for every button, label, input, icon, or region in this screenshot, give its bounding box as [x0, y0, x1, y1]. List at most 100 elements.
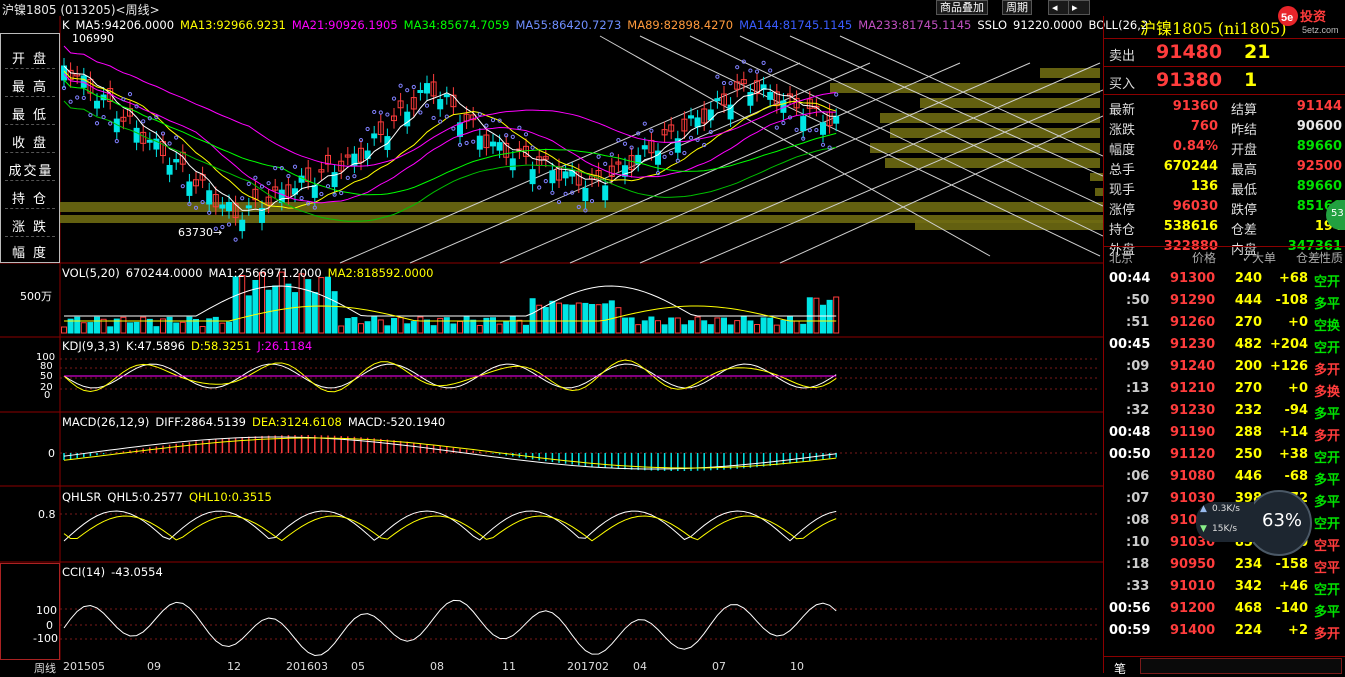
- candle-body: [311, 185, 318, 198]
- volume-bar: [549, 300, 556, 334]
- sell-label: 卖出: [1109, 49, 1136, 64]
- x-tick-label: 12: [227, 660, 241, 673]
- period-label[interactable]: 周线: [34, 660, 56, 676]
- macd-zero-tick: 0: [48, 447, 55, 460]
- trade-row[interactable]: 00:50 91120 250 +38 空开: [1104, 444, 1345, 466]
- trade-nature: 空平: [1314, 539, 1341, 554]
- volume-profile-bar: [915, 220, 1103, 230]
- volume-legend-item: MA2:818592.0000: [327, 266, 434, 280]
- volume-bar: [424, 319, 430, 334]
- volume-bar: [523, 324, 529, 334]
- sar-dot: [490, 118, 496, 123]
- period-button[interactable]: 周期: [1002, 0, 1032, 15]
- volume-bar: [371, 316, 378, 334]
- volume-bar: [820, 304, 826, 334]
- chart-area[interactable]: K MA5:94206.0000 MA13:92966.9231 MA21:90926…: [0, 16, 1148, 660]
- trade-row[interactable]: :09 91240 200 +126 多开: [1104, 356, 1345, 378]
- sar-dot: [391, 96, 397, 101]
- trade-row[interactable]: :51 91260 270 +0 空换: [1104, 312, 1345, 334]
- sar-dot: [669, 151, 674, 156]
- macd-legend: MACD(26,12,9) DIFF:2864.5139 DEA:3124.6108…: [62, 415, 451, 429]
- volume-bar: [674, 317, 681, 334]
- sar-dot: [649, 128, 654, 133]
- x-tick-label: 10: [790, 660, 804, 673]
- candle-body: [641, 145, 648, 150]
- title-bar: 沪镍1805 (013205)<周线> 商品叠加 周期 ◂ ▸: [0, 0, 1345, 17]
- trades-column-header: 价格: [1192, 251, 1217, 265]
- trades-list[interactable]: 00:44 91300 240 +68 空开:50 91290 444 -108 多平:51 91…: [1104, 268, 1345, 648]
- trade-time: 00:50: [1109, 447, 1151, 462]
- trade-volume: 200: [1234, 359, 1262, 374]
- volume-bar: [490, 317, 496, 334]
- trade-row[interactable]: 00:56 91200 468 -140 多平: [1104, 598, 1345, 620]
- volume-bar: [760, 317, 767, 334]
- brand-logo: 5e 投资 5etz.com: [1276, 2, 1342, 36]
- volume-bar: [331, 291, 338, 334]
- svg-text:投资: 投资: [1300, 9, 1326, 25]
- trade-row[interactable]: :33 91010 342 +46 空开: [1104, 576, 1345, 598]
- volume-bar: [259, 272, 265, 334]
- volume-bar: [608, 300, 615, 334]
- sar-dot: [543, 179, 548, 184]
- sar-dot: [820, 142, 826, 147]
- macd-legend-item: MACD(26,12,9): [62, 415, 150, 429]
- x-tick-label: 201603: [286, 660, 328, 673]
- trade-row[interactable]: 00:44 91300 240 +68 空开: [1104, 268, 1345, 290]
- trade-row[interactable]: :32 91230 232 -94 多平: [1104, 400, 1345, 422]
- chart-canvas[interactable]: [0, 16, 1103, 660]
- sar-dot: [226, 222, 232, 227]
- volume-bar: [351, 317, 358, 334]
- trade-row[interactable]: :18 90950 234 -158 空平: [1104, 554, 1345, 576]
- quote-stats: 最新 91360 结算 91144 涨跌 760 昨结 90600 幅度 0.84% 开盘 89660…: [1104, 96, 1345, 258]
- trade-row[interactable]: 00:45 91230 482 +204 空开: [1104, 334, 1345, 356]
- x-tick-label: 04: [633, 660, 647, 673]
- sar-dot: [88, 112, 93, 118]
- sar-dot: [477, 112, 482, 117]
- command-input[interactable]: [1140, 658, 1342, 674]
- candle-body: [206, 190, 213, 205]
- volume-bar: [496, 323, 503, 334]
- volume-bar: [430, 325, 437, 334]
- trade-volume: 468: [1234, 601, 1262, 616]
- volume-bar: [232, 276, 239, 334]
- trade-row[interactable]: :06 91080 446 -68 多平: [1104, 466, 1345, 488]
- volume-bar: [384, 325, 391, 334]
- volume-bar: [325, 276, 331, 334]
- trade-time: :10: [1126, 535, 1150, 550]
- sar-dot: [160, 131, 166, 136]
- trade-volume: 482: [1234, 337, 1262, 352]
- volume-bar: [701, 320, 708, 334]
- kdj-legend-item: J:26.1184: [257, 339, 313, 353]
- sar-dot: [675, 158, 680, 163]
- trade-row[interactable]: :13 91210 270 +0 多换: [1104, 378, 1345, 400]
- trade-row[interactable]: 00:48 91190 288 +14 多开: [1104, 422, 1345, 444]
- nav-first-icon[interactable]: ◂: [1048, 0, 1070, 15]
- overlay-commodity-button[interactable]: 商品叠加: [936, 0, 988, 15]
- bar-info-panel: 开盘 最高 最低 收盘 成交量 持仓 涨跌 幅度: [0, 33, 60, 263]
- sar-dot: [325, 184, 331, 189]
- sar-dot: [827, 145, 832, 150]
- kline-legend: K MA5:94206.0000 MA13:92966.9231 MA21:90926…: [62, 18, 1154, 32]
- info-open-label: 开盘: [11, 52, 54, 67]
- sar-dot: [339, 190, 344, 196]
- volume-bar: [714, 317, 721, 334]
- volume-bar: [582, 302, 589, 334]
- kdj-tick: 50: [40, 371, 53, 382]
- candle-body: [688, 115, 694, 119]
- trade-row[interactable]: :50 91290 444 -108 多平: [1104, 290, 1345, 312]
- macd-legend-item: DEA:3124.6108: [252, 415, 342, 429]
- cci-info-box: [0, 563, 60, 660]
- volume-bar: [133, 321, 140, 334]
- stat-value: 0.84%: [1172, 139, 1218, 154]
- trade-row[interactable]: 00:59 91400 224 +2 多开: [1104, 620, 1345, 642]
- sar-dot: [702, 142, 707, 148]
- info-low-label: 最低: [11, 108, 54, 123]
- sar-dot: [207, 210, 212, 215]
- volume-bar: [358, 323, 364, 334]
- candle-body: [509, 158, 516, 171]
- network-monitor-widget[interactable]: 63%: [1246, 490, 1312, 556]
- kline-legend-item: MA21:90926.1905: [291, 18, 398, 32]
- cci-legend-item: -43.0554: [111, 565, 163, 579]
- nav-next-icon[interactable]: ▸: [1068, 0, 1090, 15]
- candle-body: [424, 83, 430, 94]
